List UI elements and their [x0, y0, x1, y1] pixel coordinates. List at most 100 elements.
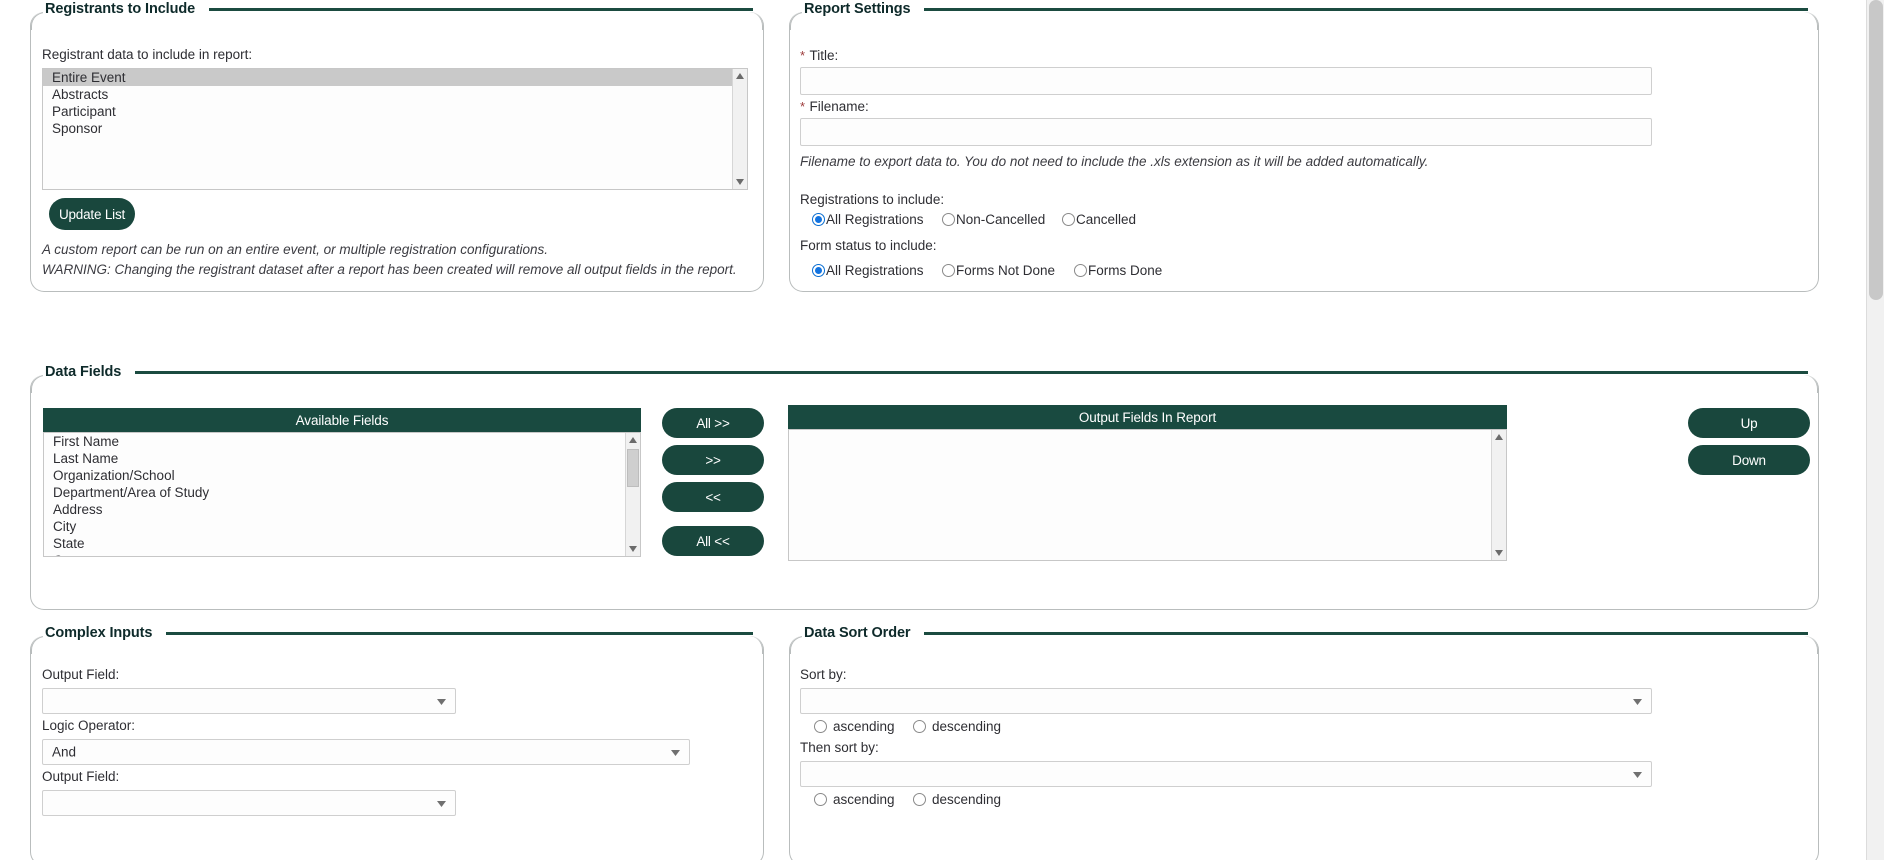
output-fields-listbox[interactable] [788, 429, 1507, 561]
chevron-down-icon[interactable] [1633, 765, 1642, 783]
complex-output-field-select-1[interactable] [42, 688, 456, 714]
list-item[interactable]: City [44, 518, 625, 535]
move-all-left-button[interactable]: All << [662, 526, 764, 556]
complex-output-field-select-2[interactable] [42, 790, 456, 816]
then-sort-by-select[interactable] [800, 761, 1652, 787]
move-all-right-button[interactable]: All >> [662, 408, 764, 438]
radio-label: All Registrations [826, 263, 924, 278]
chevron-down-icon[interactable] [671, 743, 680, 761]
radio-icon[interactable] [1062, 213, 1075, 226]
filename-hint-text: Filename to export data to. You do not n… [800, 154, 1428, 169]
panel-title-report-settings: Report Settings [802, 1, 916, 17]
scroll-up-arrow-icon[interactable] [733, 69, 747, 83]
radio-icon[interactable] [812, 264, 825, 277]
radio-icon[interactable] [812, 213, 825, 226]
chevron-down-icon[interactable] [1633, 692, 1642, 710]
scroll-up-arrow-icon[interactable] [1492, 430, 1506, 444]
list-item[interactable]: Entire Event [43, 69, 732, 86]
available-fields-listbox[interactable]: First Name Last Name Organization/School… [43, 432, 641, 557]
logic-operator-select[interactable]: And [42, 739, 690, 765]
radio-option-all-registrations[interactable]: All Registrations [812, 212, 942, 227]
panel-legend-data-sort-order: Data Sort Order [802, 625, 1808, 641]
registrations-radio-group: All Registrations Non-Cancelled Cancelle… [812, 212, 1136, 227]
radio-icon[interactable] [814, 793, 827, 806]
list-item[interactable]: Organization/School [44, 467, 625, 484]
available-fields-scrollbar[interactable] [625, 433, 640, 556]
panel-title-data-sort-order: Data Sort Order [802, 625, 916, 641]
scroll-down-arrow-icon[interactable] [733, 175, 747, 189]
filename-label: Filename: [810, 99, 869, 114]
list-item[interactable]: Sponsor [43, 120, 732, 137]
available-fields-options: First Name Last Name Organization/School… [44, 433, 625, 557]
panel-title-registrants: Registrants to Include [43, 1, 201, 17]
radio-icon[interactable] [942, 213, 955, 226]
required-asterisk-icon: * [800, 99, 805, 114]
panel-legend-complex-inputs: Complex Inputs [43, 625, 753, 641]
panel-legend-data-fields: Data Fields [43, 364, 1808, 380]
title-field-label: * Title: [800, 47, 838, 65]
list-item[interactable]: State [44, 535, 625, 552]
sort-direction-radio-group-1: ascending descending [814, 719, 1001, 734]
registrants-note-warning: WARNING: Changing the registrant dataset… [42, 262, 737, 277]
sort-by-select[interactable] [800, 688, 1652, 714]
registrant-list-label: Registrant data to include in report: [42, 47, 252, 62]
move-left-button[interactable]: << [662, 482, 764, 512]
title-input[interactable] [800, 67, 1652, 95]
chevron-down-icon[interactable] [437, 794, 446, 812]
output-fields-scrollbar[interactable] [1491, 430, 1506, 560]
radio-icon[interactable] [913, 720, 926, 733]
radio-icon[interactable] [942, 264, 955, 277]
registrations-to-include-label: Registrations to include: [800, 192, 944, 207]
radio-option-ascending-1[interactable]: ascending [814, 719, 913, 734]
scroll-up-arrow-icon[interactable] [626, 433, 640, 447]
title-label: Title: [810, 48, 839, 63]
list-item[interactable]: Department/Area of Study [44, 484, 625, 501]
move-right-button[interactable]: >> [662, 445, 764, 475]
radio-option-non-cancelled[interactable]: Non-Cancelled [942, 212, 1062, 227]
filename-input[interactable] [800, 118, 1652, 146]
chevron-down-icon[interactable] [437, 692, 446, 710]
radio-option-ascending-2[interactable]: ascending [814, 792, 913, 807]
scroll-down-arrow-icon[interactable] [1492, 546, 1506, 560]
move-up-button[interactable]: Up [1688, 408, 1810, 438]
listbox-scrollbar[interactable] [732, 69, 747, 189]
panel-data-fields: Data Fields Available Fields First Name … [30, 375, 1819, 610]
form-status-radio-group: All Registrations Forms Not Done Forms D… [812, 263, 1162, 278]
list-item[interactable]: Abstracts [43, 86, 732, 103]
list-item[interactable]: Last Name [44, 450, 625, 467]
select-value: And [52, 745, 76, 760]
radio-label: All Registrations [826, 212, 924, 227]
registrant-dataset-listbox[interactable]: Entire Event Abstracts Participant Spons… [42, 68, 748, 190]
page-scrollbar-thumb[interactable] [1869, 0, 1883, 300]
radio-option-cancelled[interactable]: Cancelled [1062, 212, 1136, 227]
radio-icon[interactable] [814, 720, 827, 733]
radio-label: Cancelled [1076, 212, 1136, 227]
panel-registrants-to-include: Registrants to Include Registrant data t… [30, 12, 764, 292]
panel-data-sort-order: Data Sort Order Sort by: ascending desce… [789, 636, 1819, 860]
output-fields-header: Output Fields In Report [788, 405, 1507, 429]
update-list-button[interactable]: Update List [49, 198, 135, 230]
radio-label: Non-Cancelled [956, 212, 1045, 227]
panel-title-complex-inputs: Complex Inputs [43, 625, 158, 641]
radio-option-forms-done[interactable]: Forms Done [1074, 263, 1162, 278]
radio-icon[interactable] [1074, 264, 1087, 277]
page-scrollbar[interactable] [1866, 0, 1884, 860]
sort-by-label: Sort by: [800, 667, 847, 682]
radio-option-descending-1[interactable]: descending [913, 719, 1001, 734]
registrant-dataset-options: Entire Event Abstracts Participant Spons… [43, 69, 732, 137]
logic-operator-label: Logic Operator: [42, 718, 135, 733]
radio-option-form-all-registrations[interactable]: All Registrations [812, 263, 942, 278]
radio-label: Forms Not Done [956, 263, 1055, 278]
radio-label: ascending [833, 719, 895, 734]
scroll-down-arrow-icon[interactable] [626, 542, 640, 556]
radio-option-forms-not-done[interactable]: Forms Not Done [942, 263, 1074, 278]
scrollbar-thumb[interactable] [627, 449, 639, 487]
radio-icon[interactable] [913, 793, 926, 806]
list-item[interactable]: First Name [44, 433, 625, 450]
complex-output-field-label-2: Output Field: [42, 769, 119, 784]
list-item[interactable]: Participant [43, 103, 732, 120]
list-item[interactable]: Address [44, 501, 625, 518]
move-down-button[interactable]: Down [1688, 445, 1810, 475]
list-item[interactable]: Country [44, 552, 625, 557]
radio-option-descending-2[interactable]: descending [913, 792, 1001, 807]
